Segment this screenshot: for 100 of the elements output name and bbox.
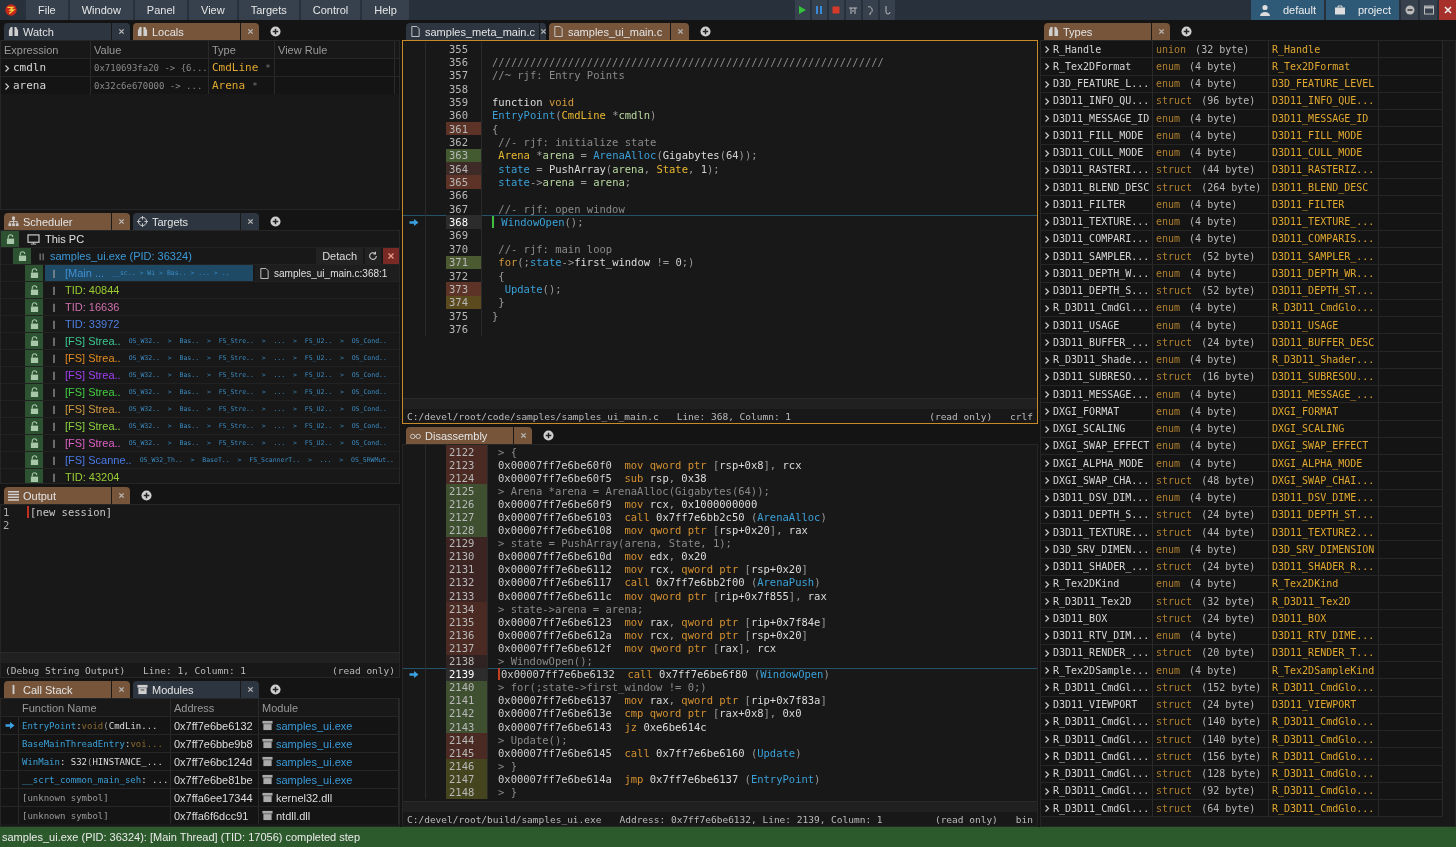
sitemap-icon xyxy=(8,216,19,227)
thread-row[interactable]: TID: 33972 xyxy=(45,316,399,332)
lock-button[interactable] xyxy=(25,316,43,332)
menu-item[interactable]: Targets xyxy=(238,0,299,20)
run-button[interactable] xyxy=(794,0,810,20)
line-number: 2147 xyxy=(446,772,488,786)
panel-tab[interactable]: samples_meta_main.c xyxy=(406,23,546,40)
lock-button[interactable] xyxy=(25,469,43,483)
minimize-button[interactable] xyxy=(1401,0,1418,20)
type-cell: R_D3D11_CmdGlo... xyxy=(1269,765,1379,782)
close-button[interactable] xyxy=(1439,0,1456,20)
lock-button[interactable] xyxy=(13,248,31,264)
lock-button[interactable] xyxy=(25,367,43,383)
file-path: C:/devel/root/build/samples_ui.exe xyxy=(407,813,602,825)
add-tab-button[interactable] xyxy=(270,684,281,695)
padlock-icon xyxy=(29,386,39,398)
menu-item[interactable]: Control xyxy=(300,0,361,20)
line-number: 376 xyxy=(446,322,482,336)
module-cell[interactable]: ntdll.dll xyxy=(276,809,311,822)
thread-label: TID: 33972 xyxy=(65,318,120,330)
current-line-arrow-icon xyxy=(409,669,419,679)
panel-tab[interactable]: Disassembly xyxy=(406,427,532,444)
profile-button[interactable]: project xyxy=(1325,0,1399,20)
restart-button[interactable] xyxy=(365,248,381,264)
thread-row[interactable]: TID: 16636 xyxy=(45,299,399,315)
source-location[interactable]: samples_ui_main.c:368:1 xyxy=(255,265,399,281)
type-size: (64 byte) xyxy=(1201,802,1256,814)
panel-tab[interactable]: Locals xyxy=(133,23,259,40)
menu-item[interactable]: File xyxy=(26,0,68,20)
menu-item[interactable]: Panel xyxy=(134,0,187,20)
menu-item[interactable]: View xyxy=(189,0,237,20)
type-category: struct xyxy=(1156,647,1193,659)
panel-tab[interactable]: Output xyxy=(4,487,130,504)
menu-item[interactable]: Window xyxy=(69,0,133,20)
step-over-button[interactable] xyxy=(845,0,861,20)
step-into-button[interactable] xyxy=(862,0,878,20)
lock-button[interactable] xyxy=(25,435,43,451)
minimize-icon xyxy=(1404,5,1415,15)
panel-tab[interactable]: Call Stack xyxy=(4,681,130,698)
add-tab-button[interactable] xyxy=(1181,26,1192,37)
type-name-cell: D3D11_BOX xyxy=(1053,612,1108,624)
lock-button[interactable] xyxy=(25,452,43,468)
type-cell: D3D_FEATURE_LEVEL xyxy=(1269,75,1379,92)
horizontal-scrollbar[interactable] xyxy=(403,398,1037,409)
lock-button[interactable] xyxy=(25,401,43,417)
close-icon xyxy=(246,686,254,693)
kill-button[interactable] xyxy=(383,248,399,264)
lock-button[interactable] xyxy=(25,333,43,349)
panel-tab[interactable]: Targets xyxy=(133,213,259,230)
thread-row[interactable]: TID: 40844 xyxy=(45,282,399,298)
type-name-cell: D3D_SRV_DIMEN... xyxy=(1053,543,1150,555)
type-name-cell: D3D11_DSV_DIM... xyxy=(1053,492,1150,504)
module-cell[interactable]: samples_ui.exe xyxy=(276,719,353,732)
type-size: (44 byte) xyxy=(1201,164,1256,176)
stop-button[interactable] xyxy=(828,0,844,20)
lock-button[interactable] xyxy=(25,265,43,281)
thread-row[interactable]: TID: 43204 xyxy=(45,469,399,483)
lock-button[interactable] xyxy=(25,299,43,315)
machine-label[interactable]: This PC xyxy=(45,233,85,245)
code-line: { xyxy=(492,122,499,135)
status-text: (read only) xyxy=(929,410,993,422)
binoculars-icon xyxy=(8,26,19,37)
file-path: C:/devel/root/code/samples/samples_ui_main.c xyxy=(407,410,659,422)
type-size: (52 byte) xyxy=(1201,285,1256,297)
pause-button[interactable] xyxy=(811,0,827,20)
lock-button[interactable] xyxy=(1,231,19,247)
disassembly-line: 0x00007ff7e6be6112 mov rcx, qword ptr [rsp+0x20] xyxy=(498,563,808,576)
add-tab-button[interactable] xyxy=(543,430,554,441)
panel-tab[interactable]: Watch xyxy=(4,23,130,40)
lock-button[interactable] xyxy=(25,384,43,400)
type-name-cell: R_Tex2DSample... xyxy=(1053,664,1150,676)
thread-label: [FS] Strea.. xyxy=(65,420,121,432)
module-cell[interactable]: samples_ui.exe xyxy=(276,737,353,750)
profile-button[interactable]: default xyxy=(1250,0,1324,20)
add-tab-button[interactable] xyxy=(270,26,281,37)
add-tab-button[interactable] xyxy=(700,26,711,37)
panel-tab[interactable]: Modules xyxy=(133,681,259,698)
add-tab-button[interactable] xyxy=(270,216,281,227)
thread-icon xyxy=(51,318,57,330)
lock-button[interactable] xyxy=(25,418,43,434)
panel-tab[interactable]: samples_ui_main.c xyxy=(549,23,689,40)
maximize-button[interactable] xyxy=(1420,0,1437,20)
function-cell[interactable]: [unknown symbol] xyxy=(19,807,171,824)
step-out-button[interactable] xyxy=(879,0,895,20)
menu-item[interactable]: Help xyxy=(362,0,409,20)
thread-icon xyxy=(51,335,57,347)
status-text: (read only) xyxy=(332,664,395,676)
lock-button[interactable] xyxy=(25,350,43,366)
module-cell[interactable]: samples_ui.exe xyxy=(276,773,353,786)
disassembly-line: > Arena *arena = ArenaAlloc(Gigabytes(64)); xyxy=(498,484,770,497)
panel-tab[interactable]: Scheduler xyxy=(4,213,130,230)
panel-tab[interactable]: Types xyxy=(1044,23,1170,40)
lock-button[interactable] xyxy=(25,282,43,298)
module-cell[interactable]: samples_ui.exe xyxy=(276,755,353,768)
module-cell[interactable]: kernel32.dll xyxy=(276,791,333,804)
detach-button[interactable]: Detach xyxy=(316,248,363,264)
type-category: struct xyxy=(1156,285,1193,297)
add-tab-button[interactable] xyxy=(141,490,152,501)
code-line: function void xyxy=(492,96,575,109)
process-label[interactable]: samples_ui.exe (PID: 36324) xyxy=(50,250,192,262)
